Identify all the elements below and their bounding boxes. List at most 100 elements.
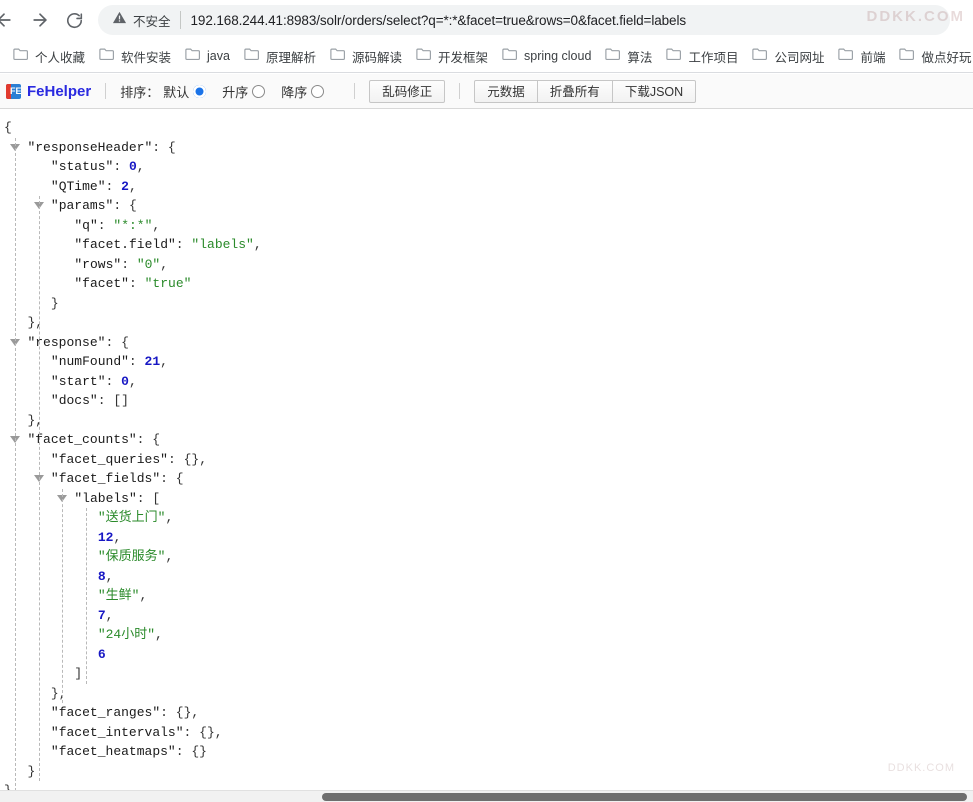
json-line-text: ]	[74, 666, 83, 681]
address-bar-url[interactable]: 192.168.244.41:8983/solr/orders/select?q…	[181, 13, 936, 28]
fehelper-logo-icon: FE	[6, 83, 21, 99]
json-line-text: }	[27, 763, 36, 779]
json-line-text: "params": {	[50, 198, 137, 213]
watermark-top: DDKK.COM	[866, 8, 965, 25]
json-viewer-panel[interactable]: { "responseHeader": { "status": 0, "QTime":…	[0, 110, 973, 792]
fehelper-brand-label: FeHelper	[27, 82, 92, 100]
fehelper-brand[interactable]: FE FeHelper	[6, 83, 91, 100]
bookmark-item-2[interactable]: java	[178, 43, 237, 70]
folder-icon	[666, 47, 682, 66]
bookmark-item-7[interactable]: 算法	[598, 43, 659, 70]
bookmark-label: spring cloud	[524, 49, 592, 63]
json-line: "status": 0,	[0, 157, 262, 177]
json-line-text: "QTime": 2,	[50, 178, 137, 194]
json-indent-guide	[85, 508, 87, 684]
bookmark-label: 源码解读	[351, 50, 402, 65]
bookmark-label: 公司网址	[774, 50, 825, 65]
json-content: { "responseHeader": { "status": 0, "QTime":…	[0, 118, 262, 792]
json-indent-guide	[38, 196, 40, 781]
json-line-text: "docs": []	[50, 393, 129, 408]
fehelper-toolbar: FE FeHelper 排序： 默认 升序 降序 乱码修正 元数据 折叠所有 下载J…	[0, 74, 973, 109]
bookmark-item-4[interactable]: 源码解读	[323, 43, 409, 70]
folder-icon	[185, 47, 201, 66]
json-line-text: "q": "*:*",	[74, 217, 161, 233]
json-line-text: "facet_counts": {	[27, 432, 161, 447]
forward-button[interactable]	[26, 6, 54, 34]
folder-icon	[502, 47, 518, 66]
back-arrow-icon	[0, 10, 14, 30]
json-line-text: "labels": [	[74, 490, 161, 506]
sort-radio-0[interactable]: 默认	[163, 82, 207, 101]
json-line-text: "rows": "0",	[74, 256, 169, 272]
toolbar-separator-1	[105, 83, 107, 99]
folder-icon	[330, 47, 346, 66]
download-json-button[interactable]: 下载JSON	[611, 79, 697, 103]
sort-radio-2[interactable]: 降序	[281, 82, 325, 101]
json-line-text: "24小时",	[97, 627, 163, 642]
json-line-text: 8,	[97, 568, 114, 584]
warning-triangle-icon	[112, 10, 127, 30]
bookmark-item-5[interactable]: 开发框架	[409, 43, 495, 70]
bookmark-label: 算法	[627, 50, 653, 65]
json-line-text: "start": 0,	[50, 373, 137, 389]
folder-icon	[605, 47, 621, 66]
collapse-all-button[interactable]: 折叠所有	[536, 79, 613, 103]
radio-button-icon[interactable]	[252, 84, 266, 98]
horizontal-scrollbar-track[interactable]	[0, 790, 973, 802]
bookmark-item-10[interactable]: 前端	[831, 43, 892, 70]
json-line-text: "生鲜",	[97, 588, 148, 603]
json-line-text: }	[50, 295, 59, 311]
folder-icon	[899, 47, 915, 66]
metadata-button[interactable]: 元数据	[474, 79, 538, 103]
toolbar-separator-2	[354, 83, 356, 99]
json-line-text: "numFound": 21,	[50, 354, 168, 369]
json-line-text: },	[27, 315, 44, 330]
json-line: "responseHeader": {	[0, 138, 262, 158]
json-line: "QTime": 2,	[0, 177, 262, 197]
bookmark-item-11[interactable]: 做点好玩	[892, 43, 973, 70]
bookmark-item-1[interactable]: 软件安装	[92, 43, 178, 70]
json-indent-guide	[62, 488, 64, 703]
bookmark-label: java	[207, 49, 230, 63]
json-line: {	[0, 118, 262, 138]
sort-radio-label: 升序	[222, 84, 249, 100]
horizontal-scrollbar-thumb[interactable]	[322, 793, 967, 801]
watermark-bottom: DDKK.COM	[887, 762, 955, 774]
reload-button[interactable]	[60, 6, 88, 34]
bookmark-label: 前端	[860, 50, 886, 65]
fix-encoding-button[interactable]: 乱码修正	[369, 79, 446, 103]
json-line-text: "responseHeader": {	[27, 139, 176, 155]
folder-icon	[244, 47, 260, 66]
bookmarks-bar: 个人收藏 软件安装 java 原理解析 源码解读 开发框架 spring cloud 算法 工作…	[0, 40, 973, 73]
folder-icon	[416, 47, 432, 66]
json-line-text: "facet_queries": {},	[50, 451, 207, 467]
sort-option-group: 排序： 默认 升序 降序	[120, 82, 340, 101]
bookmark-item-9[interactable]: 公司网址	[745, 43, 831, 70]
security-status-label: 不安全	[133, 14, 171, 29]
json-line-text: {	[4, 120, 12, 135]
back-button[interactable]	[0, 6, 18, 34]
json-line-text: "status": 0,	[50, 159, 145, 174]
bookmark-item-6[interactable]: spring cloud	[495, 43, 598, 70]
json-line-text: "facet_heatmaps": {}	[50, 744, 207, 759]
json-line-text: 7,	[97, 607, 114, 623]
sort-label: 排序：	[120, 84, 160, 100]
sort-radio-1[interactable]: 升序	[222, 82, 266, 101]
bookmark-item-0[interactable]: 个人收藏	[6, 43, 92, 70]
bookmark-item-8[interactable]: 工作项目	[659, 43, 745, 70]
bookmark-label: 个人收藏	[35, 50, 86, 65]
json-line-text: },	[27, 412, 44, 428]
forward-arrow-icon	[30, 10, 50, 30]
security-status-chip[interactable]: 不安全	[112, 11, 181, 29]
radio-button-icon[interactable]	[193, 84, 207, 98]
sort-radio-label: 默认	[163, 84, 190, 100]
address-bar[interactable]: 不安全 192.168.244.41:8983/solr/orders/sele…	[98, 5, 950, 35]
radio-button-icon[interactable]	[311, 84, 325, 98]
reload-icon	[65, 11, 84, 30]
bookmark-label: 开发框架	[438, 50, 489, 65]
bookmark-label: 做点好玩	[921, 50, 972, 65]
bookmark-item-3[interactable]: 原理解析	[237, 43, 323, 70]
toolbar-button-group: 元数据 折叠所有 下载JSON	[474, 79, 697, 103]
json-indent-guide	[15, 137, 17, 792]
sort-radio-label: 降序	[281, 84, 308, 100]
